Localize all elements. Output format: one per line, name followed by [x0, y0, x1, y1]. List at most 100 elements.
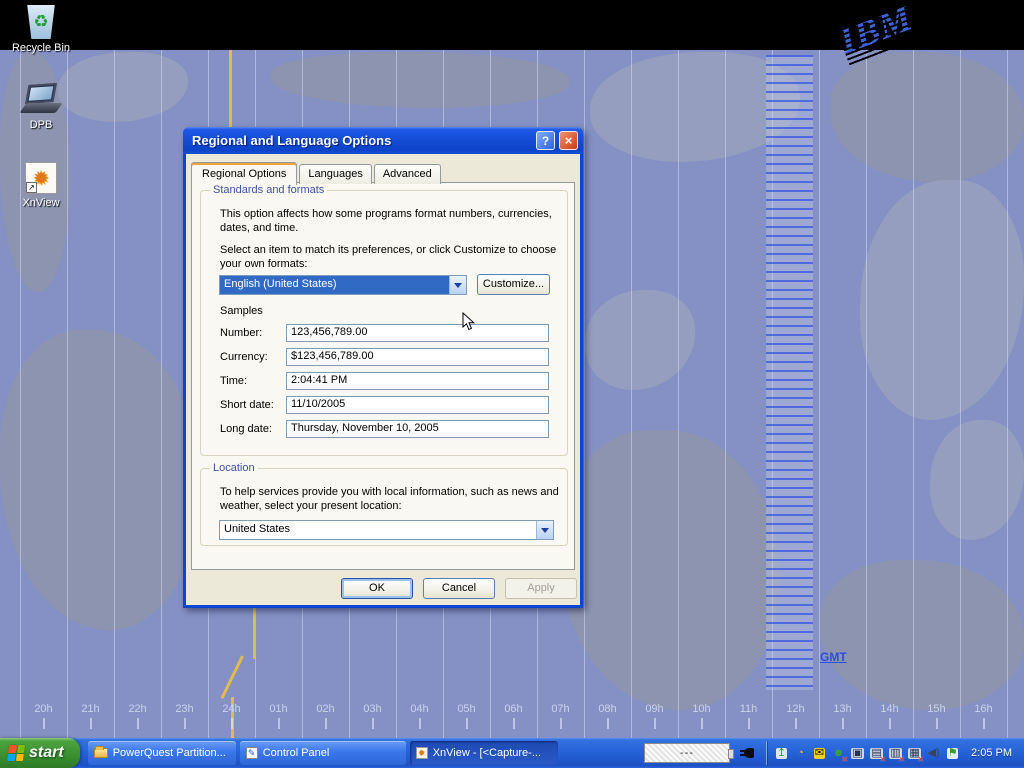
timezone-tick [90, 718, 92, 729]
close-button[interactable]: × [559, 131, 578, 150]
timezone-tick [795, 718, 797, 729]
sample-row: Time: 2:04:41 PM [220, 369, 549, 393]
timezone-tick [842, 718, 844, 729]
timezone-label: 01h [269, 703, 287, 715]
timezone-tick [184, 718, 186, 729]
timezone-cell: 02h [302, 703, 349, 729]
tab-advanced[interactable]: Advanced [374, 164, 441, 184]
timezone-cell: 07h [537, 703, 584, 729]
control-panel-icon: ✎ [246, 747, 258, 759]
timezone-tick [43, 718, 45, 729]
wireless-disconnected-icon[interactable]: ▦ ✕ [906, 745, 923, 762]
timezone-tick [983, 718, 985, 729]
network-disconnected-icon[interactable]: ▤ ✕ [868, 745, 885, 762]
taskbar-clock[interactable]: 2:05 PM [961, 747, 1024, 759]
combobox-dropdown-button[interactable] [449, 276, 466, 294]
task-button-control-panel[interactable]: ✎ Control Panel [240, 741, 406, 765]
volume-icon[interactable]: ◀) [925, 745, 942, 762]
task-buttons: PowerQuest Partition... ✎ Control Panel … [88, 741, 558, 765]
system-health-icon[interactable]: ◔ [792, 745, 809, 762]
system-tray: ↥ ◔ ✉ ☻ ✕ ▣ ▤ [773, 745, 961, 762]
group-title: Standards and formats [210, 184, 327, 196]
gmt-hatched-band [766, 55, 813, 690]
timezone-cell: 13h [819, 703, 866, 729]
start-button[interactable]: start [0, 738, 80, 768]
safely-remove-hardware-icon[interactable]: ↥ [773, 745, 790, 762]
timezone-cell: 11h [725, 703, 772, 729]
battery-meter[interactable]: --- [644, 743, 730, 763]
timezone-cell: 21h [67, 703, 114, 729]
timezone-label: 20h [34, 703, 52, 715]
sample-value-field[interactable]: 11/10/2005 [286, 396, 549, 414]
message-center-icon[interactable]: ✉ [811, 745, 828, 762]
folder-icon [94, 748, 108, 758]
timezone-tick [231, 718, 233, 729]
timezone-cell: 15h [913, 703, 960, 729]
help-button[interactable]: ? [536, 131, 555, 150]
timezone-label: 16h [974, 703, 992, 715]
timezone-tick [560, 718, 562, 729]
dialog-titlebar[interactable]: Regional and Language Options ? × [183, 127, 583, 154]
timezone-cell: 08h [584, 703, 631, 729]
timezone-label: 10h [692, 703, 710, 715]
timezone-cell: 16h [960, 703, 1007, 729]
timezone-cell: 14h [866, 703, 913, 729]
sample-label: Number: [220, 327, 286, 339]
task-button-xnview[interactable]: ✹ XnView - [<Capture-... [410, 741, 558, 765]
tab-regional-options[interactable]: Regional Options [191, 162, 297, 185]
local-network-icon[interactable]: ▣ [849, 745, 866, 762]
timezone-tick [748, 718, 750, 729]
apply-button[interactable]: Apply [505, 578, 577, 599]
timezone-tick [372, 718, 374, 729]
timezone-tick [466, 718, 468, 729]
desktop-icon-recycle-bin[interactable]: ♻ Recycle Bin [2, 5, 80, 54]
location-group: Location To help services provide you wi… [200, 468, 568, 546]
sample-row: Number: 123,456,789.00 [220, 321, 549, 345]
time-marker-line [253, 607, 256, 659]
ok-button[interactable]: OK [341, 578, 413, 599]
messenger-status-icon[interactable]: ☻ ✕ [830, 745, 847, 762]
cancel-button[interactable]: Cancel [423, 578, 495, 599]
desktop-icon-dpb[interactable]: DPB [2, 82, 80, 131]
timezone-cell: 10h [678, 703, 725, 729]
samples-rows: Number: 123,456,789.00 Currency: $123,45… [220, 321, 549, 441]
device-disconnected-icon[interactable]: ▥ ✕ [887, 745, 904, 762]
sample-value-field[interactable]: 123,456,789.00 [286, 324, 549, 342]
sample-value-field[interactable]: Thursday, November 10, 2005 [286, 420, 549, 438]
recycle-bin-icon: ♻ [26, 5, 56, 39]
sample-value-field[interactable]: $123,456,789.00 [286, 348, 549, 366]
desktop-icon-label: XnView [22, 197, 59, 209]
sample-value-field[interactable]: 2:04:41 PM [286, 372, 549, 390]
format-combobox[interactable]: English (United States) [219, 275, 467, 295]
location-combobox-value: United States [220, 521, 536, 539]
timezone-cell: 03h [349, 703, 396, 729]
timezone-label: 08h [598, 703, 616, 715]
standards-and-formats-group: Standards and formats This option affect… [200, 190, 568, 456]
dialog-body: Regional Options Languages Advanced Stan… [183, 154, 583, 608]
customize-button[interactable]: Customize... [477, 274, 550, 295]
desktop-icon-xnview[interactable]: ✹ ↗ XnView [2, 162, 80, 209]
timezone-label: 06h [504, 703, 522, 715]
combobox-dropdown-button[interactable] [536, 521, 553, 539]
timezone-label: 22h [128, 703, 146, 715]
tab-languages[interactable]: Languages [299, 164, 371, 184]
timezone-label: 07h [551, 703, 569, 715]
group-title: Location [210, 462, 258, 474]
sample-row: Long date: Thursday, November 10, 2005 [220, 417, 549, 441]
time-marker-line [229, 50, 232, 128]
timezone-label: 13h [833, 703, 851, 715]
timezone-label: 23h [175, 703, 193, 715]
timezone-label: 03h [363, 703, 381, 715]
samples-title: Samples [220, 304, 263, 318]
timezone-tick [654, 718, 656, 729]
standards-instruction: Select an item to match its preferences,… [220, 243, 564, 272]
timezone-label: 21h [81, 703, 99, 715]
timezone-cell: 09h [631, 703, 678, 729]
removable-media-icon[interactable]: ⚑ [944, 745, 961, 762]
timezone-cell: 24h [208, 703, 255, 729]
location-combobox[interactable]: United States [219, 520, 554, 540]
sample-row: Currency: $123,456,789.00 [220, 345, 549, 369]
task-button-powerquest[interactable]: PowerQuest Partition... [88, 741, 236, 765]
wallpaper-top-band: IBM [0, 0, 1024, 50]
format-combobox-value: English (United States) [220, 276, 449, 294]
